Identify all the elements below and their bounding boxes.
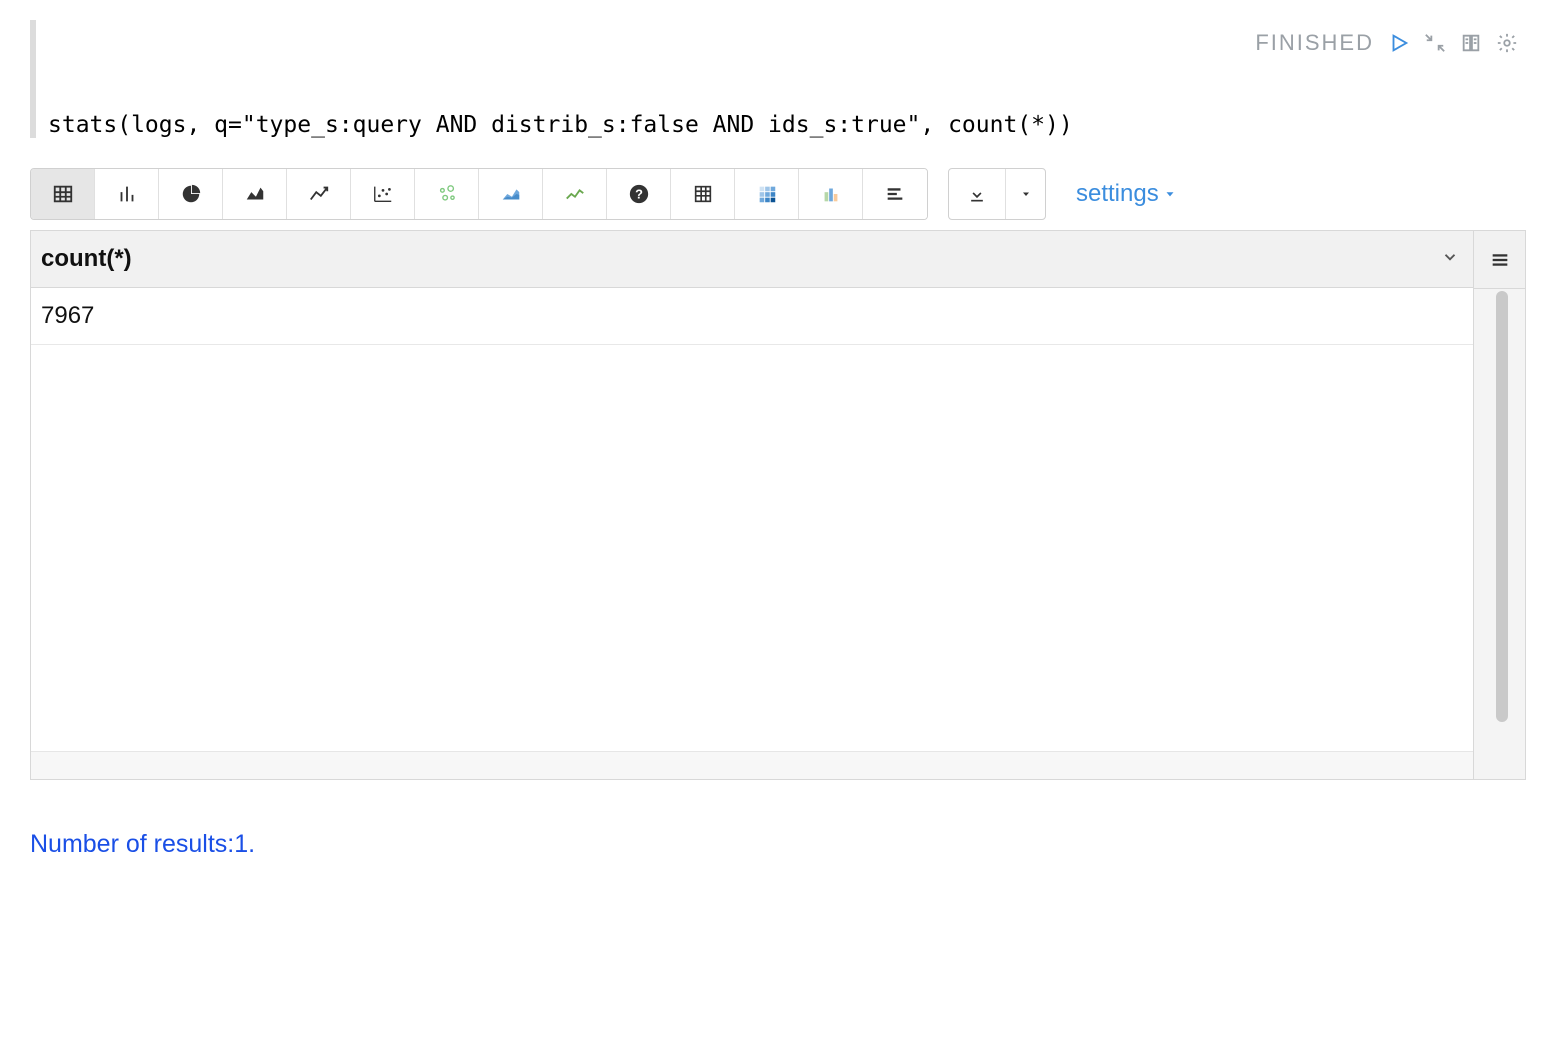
results-table: count(*) 7967	[30, 230, 1526, 780]
column-header[interactable]: count(*)	[41, 245, 132, 273]
stacked-area-button[interactable]	[479, 169, 543, 219]
status-label: FINISHED	[1255, 30, 1374, 56]
trend-line-button[interactable]	[543, 169, 607, 219]
table-view-button[interactable]	[31, 169, 95, 219]
svg-text:?: ?	[635, 187, 643, 202]
table-footer	[31, 751, 1473, 779]
heatmap-button[interactable]	[735, 169, 799, 219]
viz-toolbar: ? settings	[30, 168, 1526, 230]
settings-link[interactable]: settings	[1076, 180, 1177, 208]
line-chart-button[interactable]	[287, 169, 351, 219]
run-icon[interactable]	[1388, 32, 1410, 54]
pivot-table-button[interactable]	[671, 169, 735, 219]
pie-chart-button[interactable]	[159, 169, 223, 219]
download-group	[948, 168, 1046, 220]
book-icon[interactable]	[1460, 32, 1482, 54]
results-count-text: Number of results:1.	[30, 830, 1526, 859]
horizontal-bar-button[interactable]	[863, 169, 927, 219]
code-cell: FINISHED stats(logs, q="type_s:query AND…	[30, 20, 1526, 138]
bar-chart-button[interactable]	[95, 169, 159, 219]
scatter-chart-button[interactable]	[351, 169, 415, 219]
bubble-chart-button[interactable]	[415, 169, 479, 219]
help-button[interactable]: ?	[607, 169, 671, 219]
collapse-icon[interactable]	[1424, 32, 1446, 54]
table-side-gutter	[1473, 231, 1525, 779]
grouped-bar-button[interactable]	[799, 169, 863, 219]
scroll-thumb[interactable]	[1496, 291, 1508, 722]
table-row: 7967	[31, 288, 1473, 345]
column-sort-icon[interactable]	[1441, 248, 1459, 271]
area-chart-button[interactable]	[223, 169, 287, 219]
vertical-scrollbar[interactable]	[1474, 289, 1525, 779]
code-text[interactable]: stats(logs, q="type_s:query AND distrib_…	[48, 62, 1526, 138]
gear-icon[interactable]	[1496, 32, 1518, 54]
download-dropdown[interactable]	[1005, 169, 1045, 219]
download-button[interactable]	[949, 169, 1005, 219]
code-gutter	[30, 20, 36, 138]
settings-label: settings	[1076, 180, 1159, 208]
cell-header: FINISHED	[48, 20, 1526, 62]
chart-type-group: ?	[30, 168, 928, 220]
table-header-row: count(*)	[31, 231, 1473, 288]
cell-value: 7967	[41, 302, 94, 329]
table-menu-button[interactable]	[1474, 231, 1525, 289]
